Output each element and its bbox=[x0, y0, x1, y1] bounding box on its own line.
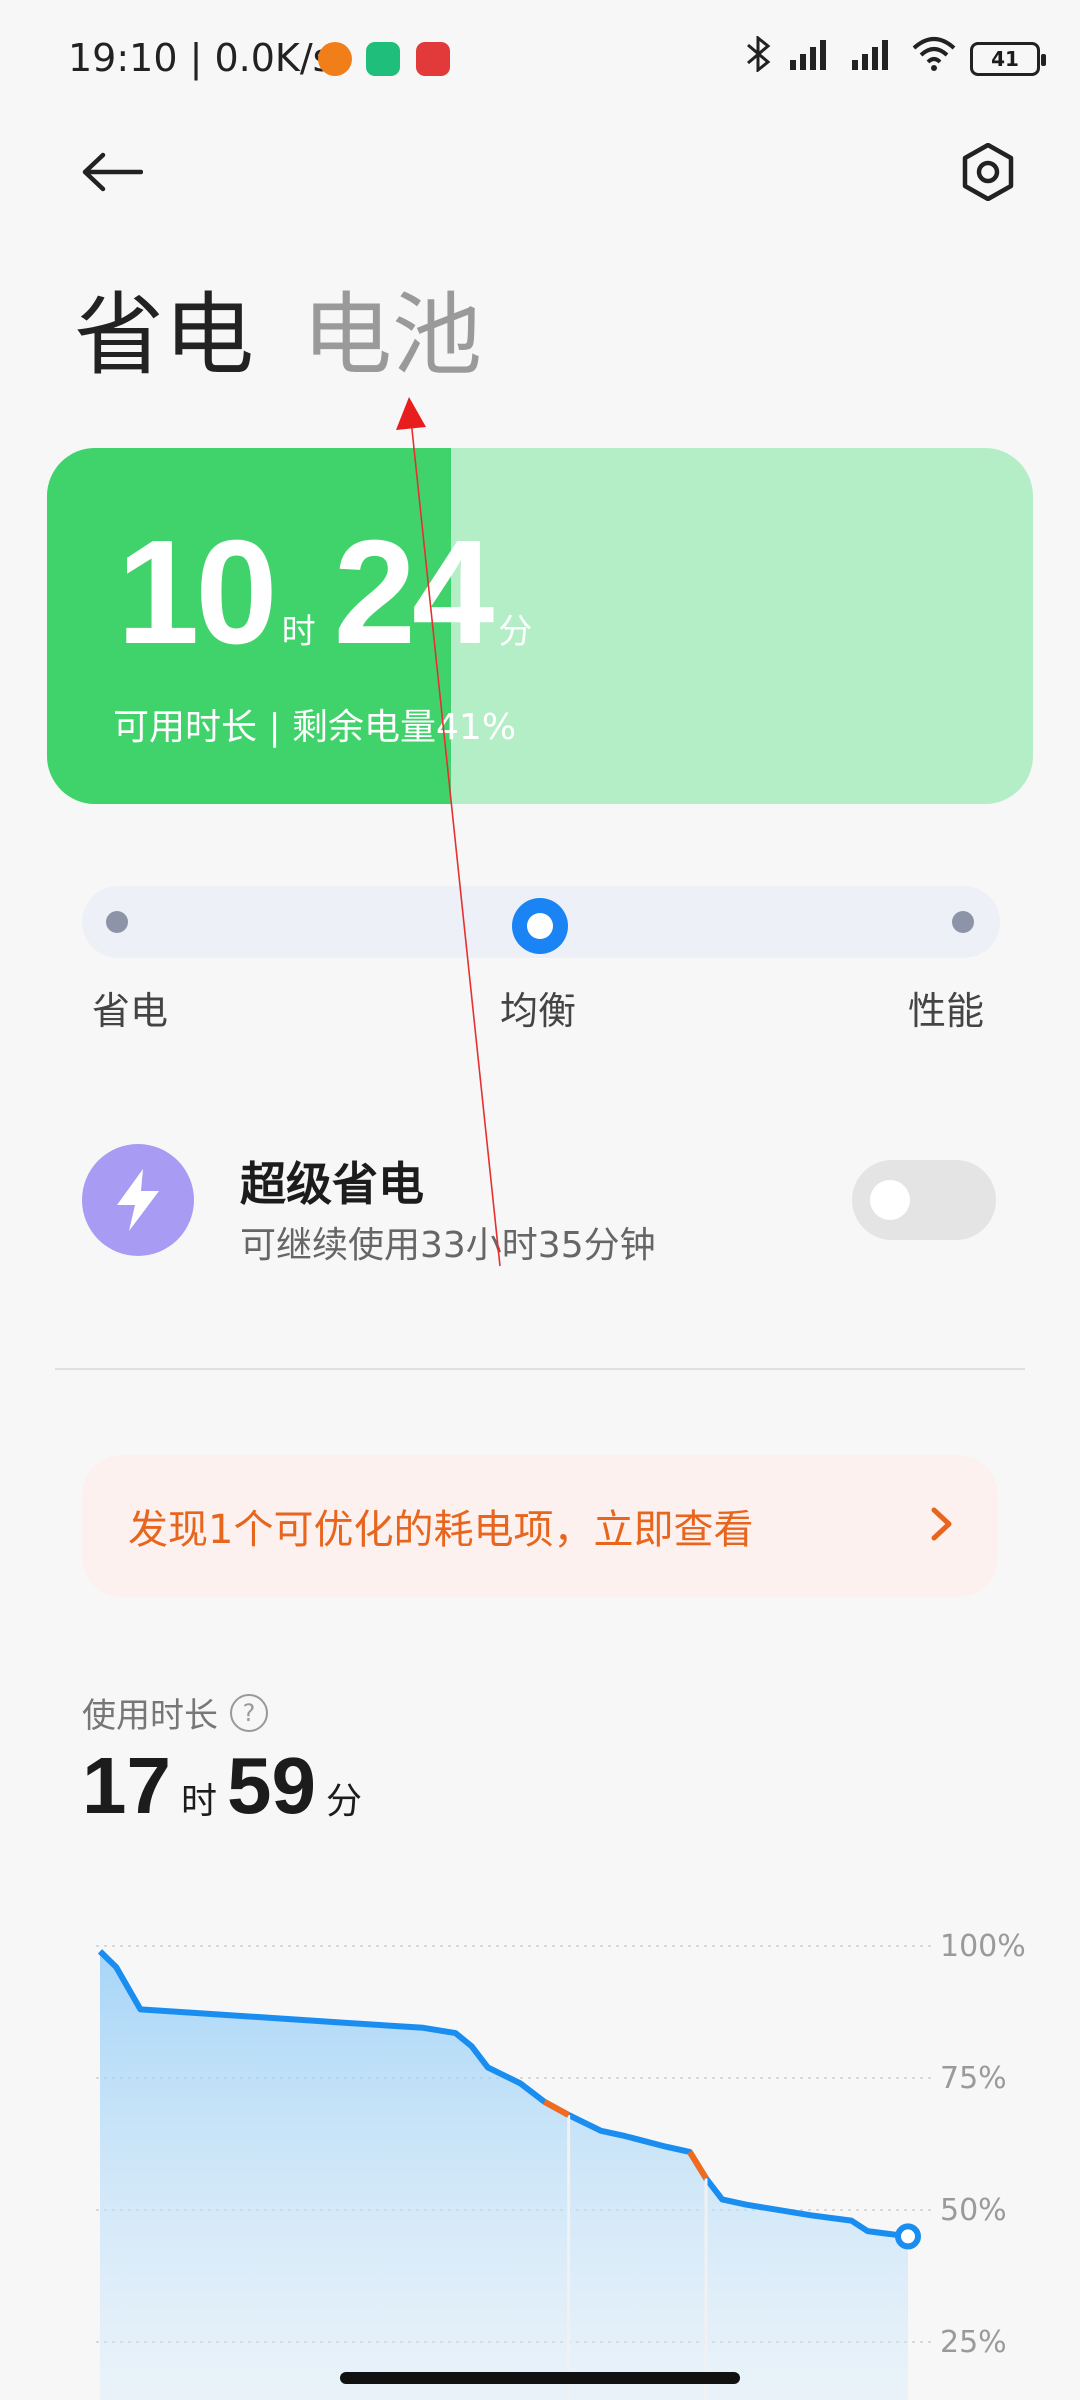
y-tick-label: 50% bbox=[940, 2193, 1007, 2228]
back-button[interactable] bbox=[70, 130, 154, 214]
status-icons: 41 bbox=[744, 34, 1046, 81]
divider bbox=[55, 1368, 1025, 1370]
gear-icon bbox=[962, 143, 1014, 201]
y-tick-label: 100% bbox=[940, 1929, 1026, 1964]
back-arrow-icon bbox=[82, 152, 143, 192]
taobao-app-icon bbox=[416, 42, 450, 76]
optimize-banner[interactable]: 发现1个可优化的耗电项，立即查看 bbox=[82, 1455, 998, 1597]
optimize-banner-text: 发现1个可优化的耗电项，立即查看 bbox=[128, 1507, 754, 1553]
help-icon[interactable]: ? bbox=[230, 1693, 268, 1732]
mode-label-performance[interactable]: 性能 bbox=[908, 980, 984, 1035]
usage-label: 使用时长 ? bbox=[82, 1688, 268, 1737]
super-saver-subtitle: 可继续使用33小时35分钟 bbox=[240, 1225, 656, 1266]
battery-time-card: 10 时 24 分 可用时长 | 剩余电量41% bbox=[47, 448, 1033, 804]
y-tick-label: 25% bbox=[940, 2325, 1007, 2360]
super-saver-toggle[interactable] bbox=[852, 1160, 996, 1240]
app-notification-icon bbox=[318, 42, 352, 76]
minutes-unit: 分 bbox=[498, 612, 533, 652]
mode-label-power-saving[interactable]: 省电 bbox=[92, 980, 168, 1035]
mode-stop-power-saving[interactable] bbox=[106, 911, 128, 933]
battery-indicator: 41 bbox=[970, 41, 1046, 76]
security-app-icon bbox=[366, 42, 400, 76]
tab-power-saving[interactable]: 省电 bbox=[74, 262, 254, 392]
chart-area bbox=[100, 1951, 908, 2400]
tab-battery[interactable]: 电池 bbox=[302, 262, 482, 392]
lightning-icon bbox=[82, 1144, 194, 1256]
super-saver-title: 超级省电 bbox=[240, 1157, 424, 1211]
chart-y-labels: 100% 75% 50% 25% bbox=[940, 1929, 1026, 2360]
usage-hours-unit: 时 bbox=[180, 1781, 217, 1822]
battery-level-chart: 100% 75% 50% 25% bbox=[96, 1929, 1026, 2400]
battery-area bbox=[100, 1951, 908, 2400]
bluetooth-icon bbox=[744, 34, 774, 81]
y-tick-label: 75% bbox=[940, 2061, 1007, 2096]
chevron-right-icon bbox=[930, 1501, 954, 1552]
remaining-time: 10 时 24 分 bbox=[117, 508, 550, 678]
remaining-hours: 10 bbox=[117, 510, 278, 675]
status-time: 19:10 | 0.0K/s bbox=[68, 36, 333, 80]
settings-button[interactable] bbox=[946, 130, 1030, 214]
remaining-minutes: 24 bbox=[333, 510, 495, 675]
signal-hd-icon bbox=[850, 36, 898, 81]
mode-label-balanced[interactable]: 均衡 bbox=[500, 980, 576, 1035]
usage-minutes: 59 bbox=[227, 1741, 316, 1830]
signal-hd-icon bbox=[788, 36, 836, 81]
mode-stop-performance[interactable] bbox=[952, 911, 974, 933]
hours-unit: 时 bbox=[281, 612, 316, 652]
gesture-bar[interactable] bbox=[340, 2372, 740, 2384]
mode-slider-knob[interactable] bbox=[512, 898, 568, 954]
usage-minutes-unit: 分 bbox=[325, 1781, 362, 1822]
status-bar: 19:10 | 0.0K/s 41 bbox=[0, 0, 1080, 120]
wifi-icon bbox=[912, 36, 956, 81]
battery-card-subtitle: 可用时长 | 剩余电量41% bbox=[113, 707, 517, 748]
usage-duration: 17 时 59 分 bbox=[82, 1740, 372, 1832]
usage-hours: 17 bbox=[82, 1741, 171, 1830]
current-level-point bbox=[895, 2223, 921, 2250]
